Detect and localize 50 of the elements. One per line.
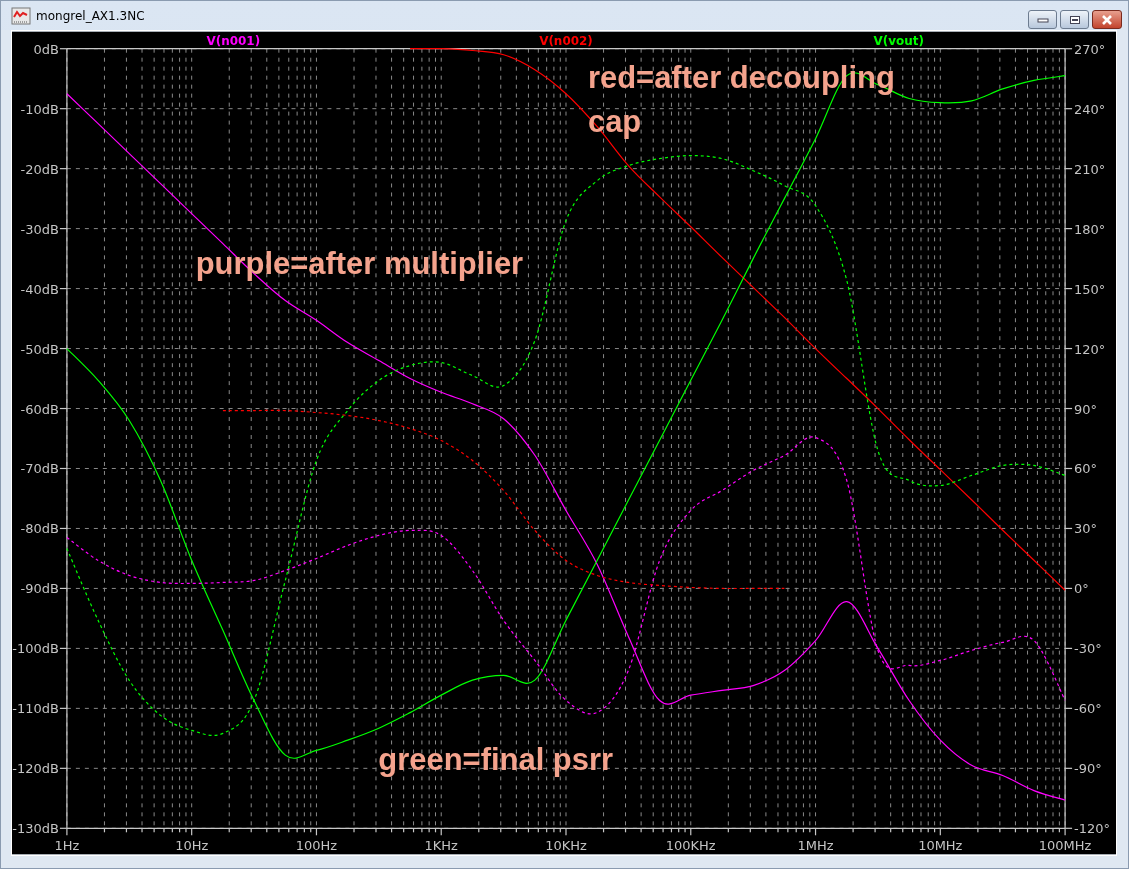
- trace-name[interactable]: V(vout): [873, 33, 924, 48]
- phase-axis-label: -90°: [1074, 761, 1102, 777]
- x-axis-label: 10KHz: [545, 838, 587, 854]
- y-axis-label: -10dB: [20, 101, 59, 117]
- x-axis-label: 10MHz: [918, 838, 963, 854]
- waveform-icon: [11, 6, 31, 25]
- y-axis-label: -80dB: [20, 521, 59, 537]
- y-axis-label: -70dB: [20, 461, 59, 477]
- x-axis-label: 1KHz: [424, 838, 458, 854]
- maximize-icon: [1067, 14, 1082, 25]
- phase-axis-label: 150°: [1074, 281, 1106, 297]
- phase-axis-label: -30°: [1074, 641, 1102, 657]
- y-axis-label: -120dB: [12, 761, 59, 777]
- phase-axis-label: 120°: [1074, 341, 1106, 357]
- y-axis-label: -20dB: [20, 161, 59, 177]
- close-icon: [1100, 14, 1114, 25]
- y-axis-label: -60dB: [20, 401, 59, 417]
- x-axis-label: 100KHz: [665, 838, 716, 854]
- phase-axis-label: 210°: [1074, 161, 1106, 177]
- y-axis-label: -100dB: [12, 641, 59, 657]
- close-button[interactable]: [1092, 10, 1122, 29]
- x-axis-label: 1Hz: [54, 838, 80, 854]
- y-axis-label: -90dB: [20, 581, 59, 597]
- y-axis-label: 0dB: [33, 41, 59, 57]
- y-axis-label: -40dB: [20, 281, 59, 297]
- phase-axis-label: 0°: [1074, 581, 1089, 597]
- annotation-text: red=after decoupling cap: [587, 59, 895, 139]
- phase-axis-label: -60°: [1074, 701, 1102, 717]
- annotation-text: green=final psrr: [378, 742, 614, 778]
- y-axis-label: -110dB: [12, 701, 59, 717]
- x-axis-label: 10Hz: [175, 838, 209, 854]
- phase-axis-label: 240°: [1074, 101, 1106, 117]
- minimize-icon: [1035, 15, 1050, 24]
- phase-axis-label: 180°: [1074, 221, 1106, 237]
- minimize-button[interactable]: [1028, 10, 1057, 29]
- y-axis-label: -130dB: [12, 821, 59, 837]
- trace-name[interactable]: V(n001): [206, 33, 261, 48]
- x-axis-label: 100Hz: [295, 838, 338, 854]
- phase-axis-label: 30°: [1074, 521, 1098, 537]
- trace-name[interactable]: V(n002): [539, 33, 593, 48]
- phase-axis-label: -120°: [1074, 821, 1110, 837]
- phase-axis-label: 270°: [1074, 41, 1106, 57]
- maximize-button[interactable]: [1060, 10, 1089, 29]
- phase-axis-label: 60°: [1074, 461, 1098, 477]
- x-axis-label: 1MHz: [797, 838, 834, 854]
- x-axis-label: 100MHz: [1038, 838, 1092, 854]
- phase-axis-label: 90°: [1074, 401, 1098, 417]
- y-axis-label: -30dB: [20, 221, 59, 237]
- window-title: mongrel_AX1.3NC: [36, 8, 145, 23]
- y-axis-label: -50dB: [20, 341, 59, 357]
